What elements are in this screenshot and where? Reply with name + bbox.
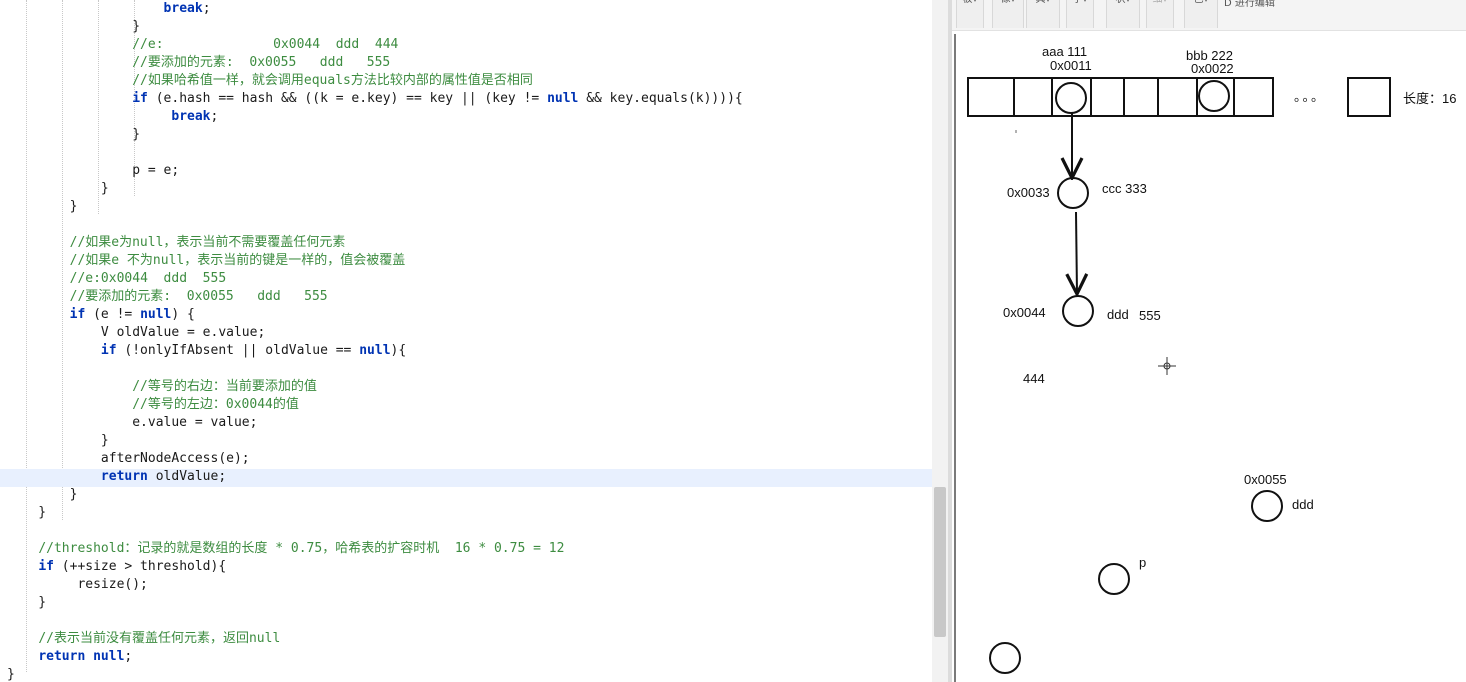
node-ddd-value: 555 <box>1139 308 1161 323</box>
code-line[interactable]: } <box>7 180 939 198</box>
code-line[interactable]: } <box>7 18 939 36</box>
code-line[interactable]: //如果e为null，表示当前不需要覆盖任何元素 <box>7 234 939 252</box>
array-ellipsis: 。。。 <box>1294 89 1327 104</box>
array-length-label: 长度：16 <box>1403 91 1457 106</box>
node-p <box>1098 563 1130 595</box>
code-line[interactable]: } <box>7 432 939 450</box>
code-line[interactable] <box>7 144 939 162</box>
node-ccc <box>1057 177 1089 209</box>
node-ddd <box>1062 295 1094 327</box>
node-bbb <box>1198 80 1230 112</box>
code-line[interactable]: //e: 0x0044 ddd 444 <box>7 36 939 54</box>
code-line[interactable]: //e:0x0044 ddd 555 <box>7 270 939 288</box>
code-line[interactable]: //要添加的元素: 0x0055 ddd 555 <box>7 288 939 306</box>
node-ccc-address: 0x0033 <box>1007 185 1050 200</box>
node-ccc-label: ccc 333 <box>1102 181 1147 196</box>
crosshair-cursor-icon <box>1158 357 1176 375</box>
code-line[interactable]: //等号的左边：0x0044的值 <box>7 396 939 414</box>
bucket-last <box>1347 77 1391 117</box>
code-line[interactable]: if (!onlyIfAbsent || oldValue == null){ <box>7 342 939 360</box>
code-line[interactable]: //如果e 不为null，表示当前的键是一样的，值会被覆盖 <box>7 252 939 270</box>
code-line[interactable]: if (e != null) { <box>7 306 939 324</box>
code-line[interactable]: //如果哈希值一样，就会调用equals方法比较内部的属性值是否相同 <box>7 72 939 90</box>
code-line[interactable]: p = e; <box>7 162 939 180</box>
bucket-array <box>967 77 1274 117</box>
code-line[interactable]: //等号的右边：当前要添加的值 <box>7 378 939 396</box>
drawing-board[interactable]: 板▾ 像▾ 具▾ 字▾ 状▾ 细▾ 色▾ D 进行编辑 <box>952 0 1466 682</box>
code-line[interactable]: if (++size > threshold){ <box>7 558 939 576</box>
pointer-p-label: p <box>1139 555 1147 570</box>
node-aaa-address: 0x0011 <box>1050 58 1092 73</box>
node-aaa-label: aaa 111 <box>1042 44 1088 59</box>
node-bbb-address: 0x0022 <box>1191 61 1234 76</box>
chain-arrow-2 <box>1076 211 1077 294</box>
code-line[interactable]: resize(); <box>7 576 939 594</box>
code-editor[interactable]: break; } //e: 0x0044 ddd 444 //要添加的元素: 0… <box>0 0 948 682</box>
code-line[interactable]: } <box>7 126 939 144</box>
code-line[interactable]: break; <box>7 108 939 126</box>
code-line[interactable] <box>7 216 939 234</box>
code-line[interactable]: } <box>7 486 939 504</box>
code-line[interactable]: break; <box>7 0 939 18</box>
code-line[interactable]: if (e.hash == hash && ((k = e.key) == ke… <box>7 90 939 108</box>
old-value-label: 444 <box>1023 371 1045 386</box>
code-line[interactable] <box>7 522 939 540</box>
node-new <box>1251 490 1283 522</box>
node-aaa <box>1055 82 1087 114</box>
code-line[interactable]: //要添加的元素: 0x0055 ddd 555 <box>7 54 939 72</box>
code-line[interactable]: e.value = value; <box>7 414 939 432</box>
node-ddd-label: ddd <box>1107 307 1129 322</box>
new-node-address: 0x0055 <box>1244 472 1287 487</box>
code-line[interactable] <box>7 612 939 630</box>
code-line[interactable] <box>7 360 939 378</box>
code-line[interactable]: afterNodeAccess(e); <box>7 450 939 468</box>
code-line[interactable]: return null; <box>7 648 939 666</box>
scrollbar-thumb[interactable] <box>934 487 946 637</box>
code-line[interactable]: } <box>7 594 939 612</box>
node-bottom <box>989 642 1021 674</box>
code-line[interactable]: } <box>7 504 939 522</box>
node-ddd-address: 0x0044 <box>1003 305 1046 320</box>
code-line[interactable]: //表示当前没有覆盖任何元素，返回null <box>7 630 939 648</box>
code-line[interactable]: } <box>7 666 939 682</box>
code-line[interactable]: V oldValue = e.value; <box>7 324 939 342</box>
code-line[interactable]: //threshold：记录的就是数组的长度 * 0.75，哈希表的扩容时机 1… <box>7 540 939 558</box>
code-line[interactable]: } <box>7 198 939 216</box>
new-node-label: ddd <box>1292 497 1314 512</box>
hash-table-diagram <box>967 77 1391 674</box>
code-line[interactable]: return oldValue; <box>7 468 939 486</box>
